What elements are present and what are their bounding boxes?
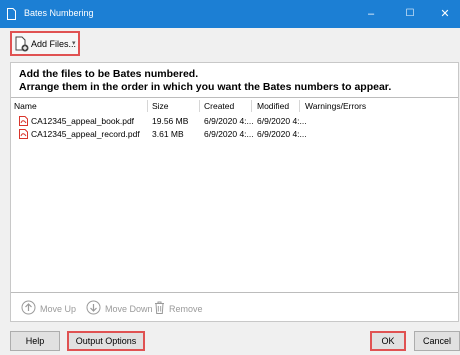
file-modified: 6/9/2020 4:... xyxy=(257,129,307,139)
file-size: 19.56 MB xyxy=(152,116,189,126)
column-divider[interactable] xyxy=(251,100,252,112)
file-created: 6/9/2020 4:... xyxy=(204,116,254,126)
add-files-button[interactable]: Add Files... ▾ xyxy=(10,31,80,56)
column-divider[interactable] xyxy=(199,100,200,112)
column-header-size[interactable]: Size xyxy=(152,101,169,111)
output-options-button[interactable]: Output Options xyxy=(67,331,145,351)
move-up-icon[interactable] xyxy=(21,300,36,315)
column-header-created[interactable]: Created xyxy=(204,101,234,111)
window-title: Bates Numbering xyxy=(24,8,94,18)
table-row[interactable]: CA12345_appeal_record.pdf 3.61 MB 6/9/20… xyxy=(11,128,458,141)
instruction-line-1: Add the files to be Bates numbered. xyxy=(19,68,199,80)
table-row[interactable]: CA12345_appeal_book.pdf 19.56 MB 6/9/202… xyxy=(11,115,458,128)
close-button[interactable]: ✕ xyxy=(428,0,460,28)
document-icon xyxy=(7,8,16,20)
column-header-modified[interactable]: Modified xyxy=(257,101,289,111)
file-modified: 6/9/2020 4:... xyxy=(257,116,307,126)
help-button[interactable]: Help xyxy=(10,331,60,351)
file-name: CA12345_appeal_record.pdf xyxy=(31,129,140,139)
cancel-button[interactable]: Cancel xyxy=(414,331,460,351)
column-divider[interactable] xyxy=(299,100,300,112)
instruction-line-2: Arrange them in the order in which you w… xyxy=(19,81,392,93)
title-bar: Bates Numbering – ☐ ✕ xyxy=(0,0,460,28)
pdf-icon xyxy=(19,129,28,139)
add-files-label: Add Files... xyxy=(31,39,77,49)
file-list[interactable]: Name Size Created Modified Warnings/Erro… xyxy=(11,97,458,293)
trash-icon[interactable] xyxy=(152,300,167,315)
column-divider[interactable] xyxy=(147,100,148,112)
move-down-icon[interactable] xyxy=(86,300,101,315)
minimize-button[interactable]: – xyxy=(354,0,388,28)
move-up-button[interactable]: Move Up xyxy=(40,304,76,314)
file-name: CA12345_appeal_book.pdf xyxy=(31,116,135,126)
pdf-icon xyxy=(19,116,28,126)
files-panel: Add the files to be Bates numbered. Arra… xyxy=(10,62,459,322)
chevron-down-icon[interactable]: ▾ xyxy=(72,39,76,47)
remove-button[interactable]: Remove xyxy=(169,304,203,314)
maximize-button[interactable]: ☐ xyxy=(393,0,427,28)
column-header-warnings[interactable]: Warnings/Errors xyxy=(305,101,366,111)
add-file-icon xyxy=(15,36,29,52)
move-down-button[interactable]: Move Down xyxy=(105,304,153,314)
column-header-name[interactable]: Name xyxy=(14,101,37,111)
file-created: 6/9/2020 4:... xyxy=(204,129,254,139)
file-size: 3.61 MB xyxy=(152,129,184,139)
ok-button[interactable]: OK xyxy=(370,331,406,351)
